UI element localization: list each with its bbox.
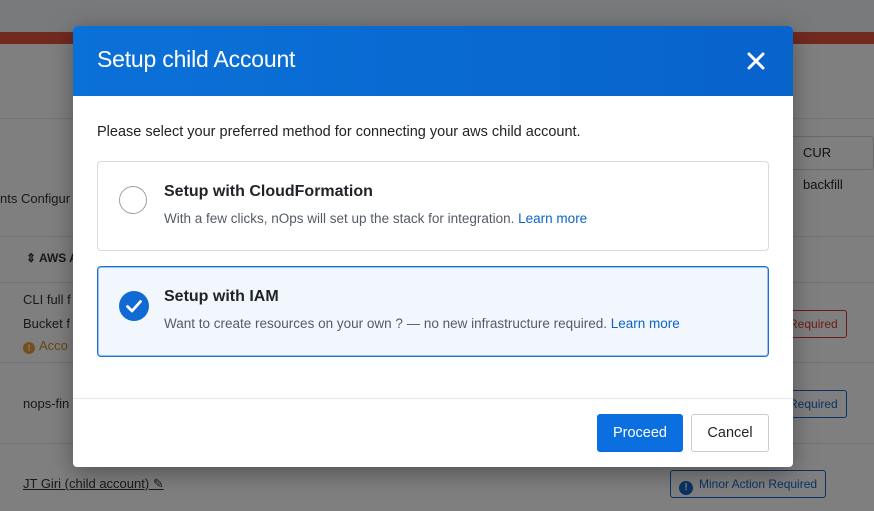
footer-divider	[73, 398, 793, 399]
learn-more-link[interactable]: Learn more	[518, 211, 587, 226]
radio-unselected[interactable]	[119, 186, 147, 214]
dialog-header: Setup child Account	[73, 26, 793, 96]
dialog-prompt: Please select your preferred method for …	[97, 124, 581, 140]
close-icon	[747, 52, 765, 70]
option-description-text: Want to create resources on your own ? —…	[164, 316, 607, 331]
close-button[interactable]	[743, 48, 769, 74]
cancel-button[interactable]: Cancel	[691, 414, 769, 452]
option-title: Setup with IAM	[164, 288, 279, 305]
option-description-text: With a few clicks, nOps will set up the …	[164, 211, 515, 226]
setup-child-account-dialog: Setup child Account Please select your p…	[73, 26, 793, 467]
checkmark-icon	[126, 300, 142, 313]
option-description: Want to create resources on your own ? —…	[164, 316, 680, 331]
option-cloudformation[interactable]: Setup with CloudFormation With a few cli…	[97, 161, 769, 251]
option-description: With a few clicks, nOps will set up the …	[164, 211, 587, 226]
radio-selected[interactable]	[119, 291, 149, 321]
dialog-body: Please select your preferred method for …	[73, 96, 793, 357]
learn-more-link[interactable]: Learn more	[611, 316, 680, 331]
option-iam[interactable]: Setup with IAM Want to create resources …	[97, 266, 769, 357]
option-title: Setup with CloudFormation	[164, 183, 373, 200]
dialog-title: Setup child Account	[97, 46, 296, 72]
proceed-button[interactable]: Proceed	[597, 414, 683, 452]
